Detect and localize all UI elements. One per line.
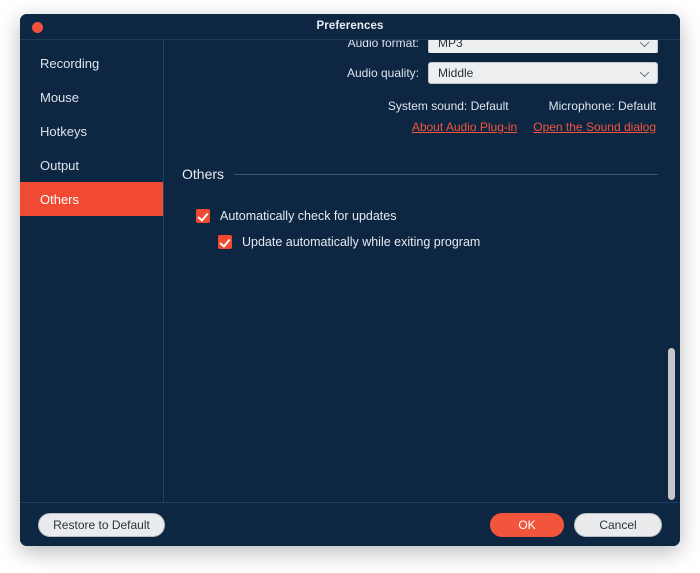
restore-to-default-button[interactable]: Restore to Default <box>38 512 165 537</box>
others-section-header: Others <box>182 166 658 182</box>
audio-quality-value: Middle <box>438 66 474 80</box>
sidebar-item-others[interactable]: Others <box>20 182 163 216</box>
vertical-scrollbar[interactable] <box>667 40 677 502</box>
open-sound-dialog-link[interactable]: Open the Sound dialog <box>533 120 656 134</box>
audio-format-row: Audio format: MP3 <box>182 40 658 53</box>
audio-links-row: About Audio Plug-in Open the Sound dialo… <box>182 120 658 134</box>
auto-check-updates-label: Automatically check for updates <box>220 209 397 223</box>
audio-format-select[interactable]: MP3 <box>428 40 658 53</box>
chevron-down-icon <box>639 67 650 78</box>
sidebar-item-label: Hotkeys <box>40 123 87 139</box>
about-audio-plugin-link[interactable]: About Audio Plug-in <box>412 120 517 134</box>
sidebar: Recording Mouse Hotkeys Output Others <box>20 40 164 502</box>
content-panel: Audio format: MP3 Audio quality: Middle … <box>164 40 680 502</box>
cancel-button[interactable]: Cancel <box>574 512 662 537</box>
audio-format-value: MP3 <box>438 40 463 50</box>
content-scroll-area: Audio format: MP3 Audio quality: Middle … <box>164 40 680 502</box>
others-section-title: Others <box>182 166 225 182</box>
preferences-window: Preferences Recording Mouse Hotkeys Outp… <box>20 14 680 546</box>
title-bar: Preferences <box>20 14 680 40</box>
sidebar-item-recording[interactable]: Recording <box>20 46 163 80</box>
footer-bar: Restore to Default OK Cancel <box>20 502 680 546</box>
audio-quality-row: Audio quality: Middle <box>182 60 658 86</box>
audio-devices-row: System sound: Default Microphone: Defaul… <box>182 99 658 113</box>
scrollbar-thumb[interactable] <box>668 348 675 500</box>
sidebar-item-label: Output <box>40 157 80 173</box>
sidebar-item-label: Recording <box>40 55 100 71</box>
sidebar-item-output[interactable]: Output <box>20 148 163 182</box>
audio-quality-label: Audio quality: <box>346 66 419 80</box>
ok-button[interactable]: OK <box>490 512 564 537</box>
update-on-exit-row[interactable]: Update automatically while exiting progr… <box>218 235 658 249</box>
sidebar-item-label: Mouse <box>40 89 80 105</box>
checkbox-checked-icon[interactable] <box>218 235 232 249</box>
update-on-exit-label: Update automatically while exiting progr… <box>242 235 481 249</box>
page-title: Preferences <box>316 20 384 32</box>
chevron-down-icon <box>639 40 650 47</box>
auto-check-updates-row[interactable]: Automatically check for updates <box>196 209 658 223</box>
section-divider <box>234 173 658 175</box>
audio-format-label: Audio format: <box>347 40 419 50</box>
system-sound-value: System sound: Default <box>387 99 509 113</box>
sidebar-item-hotkeys[interactable]: Hotkeys <box>20 114 163 148</box>
window-body: Recording Mouse Hotkeys Output Others Au… <box>20 40 680 502</box>
sidebar-item-label: Others <box>40 191 80 207</box>
checkbox-checked-icon[interactable] <box>196 209 210 223</box>
microphone-value: Microphone: Default <box>548 99 656 113</box>
sidebar-item-mouse[interactable]: Mouse <box>20 80 163 114</box>
audio-quality-select[interactable]: Middle <box>428 62 658 84</box>
